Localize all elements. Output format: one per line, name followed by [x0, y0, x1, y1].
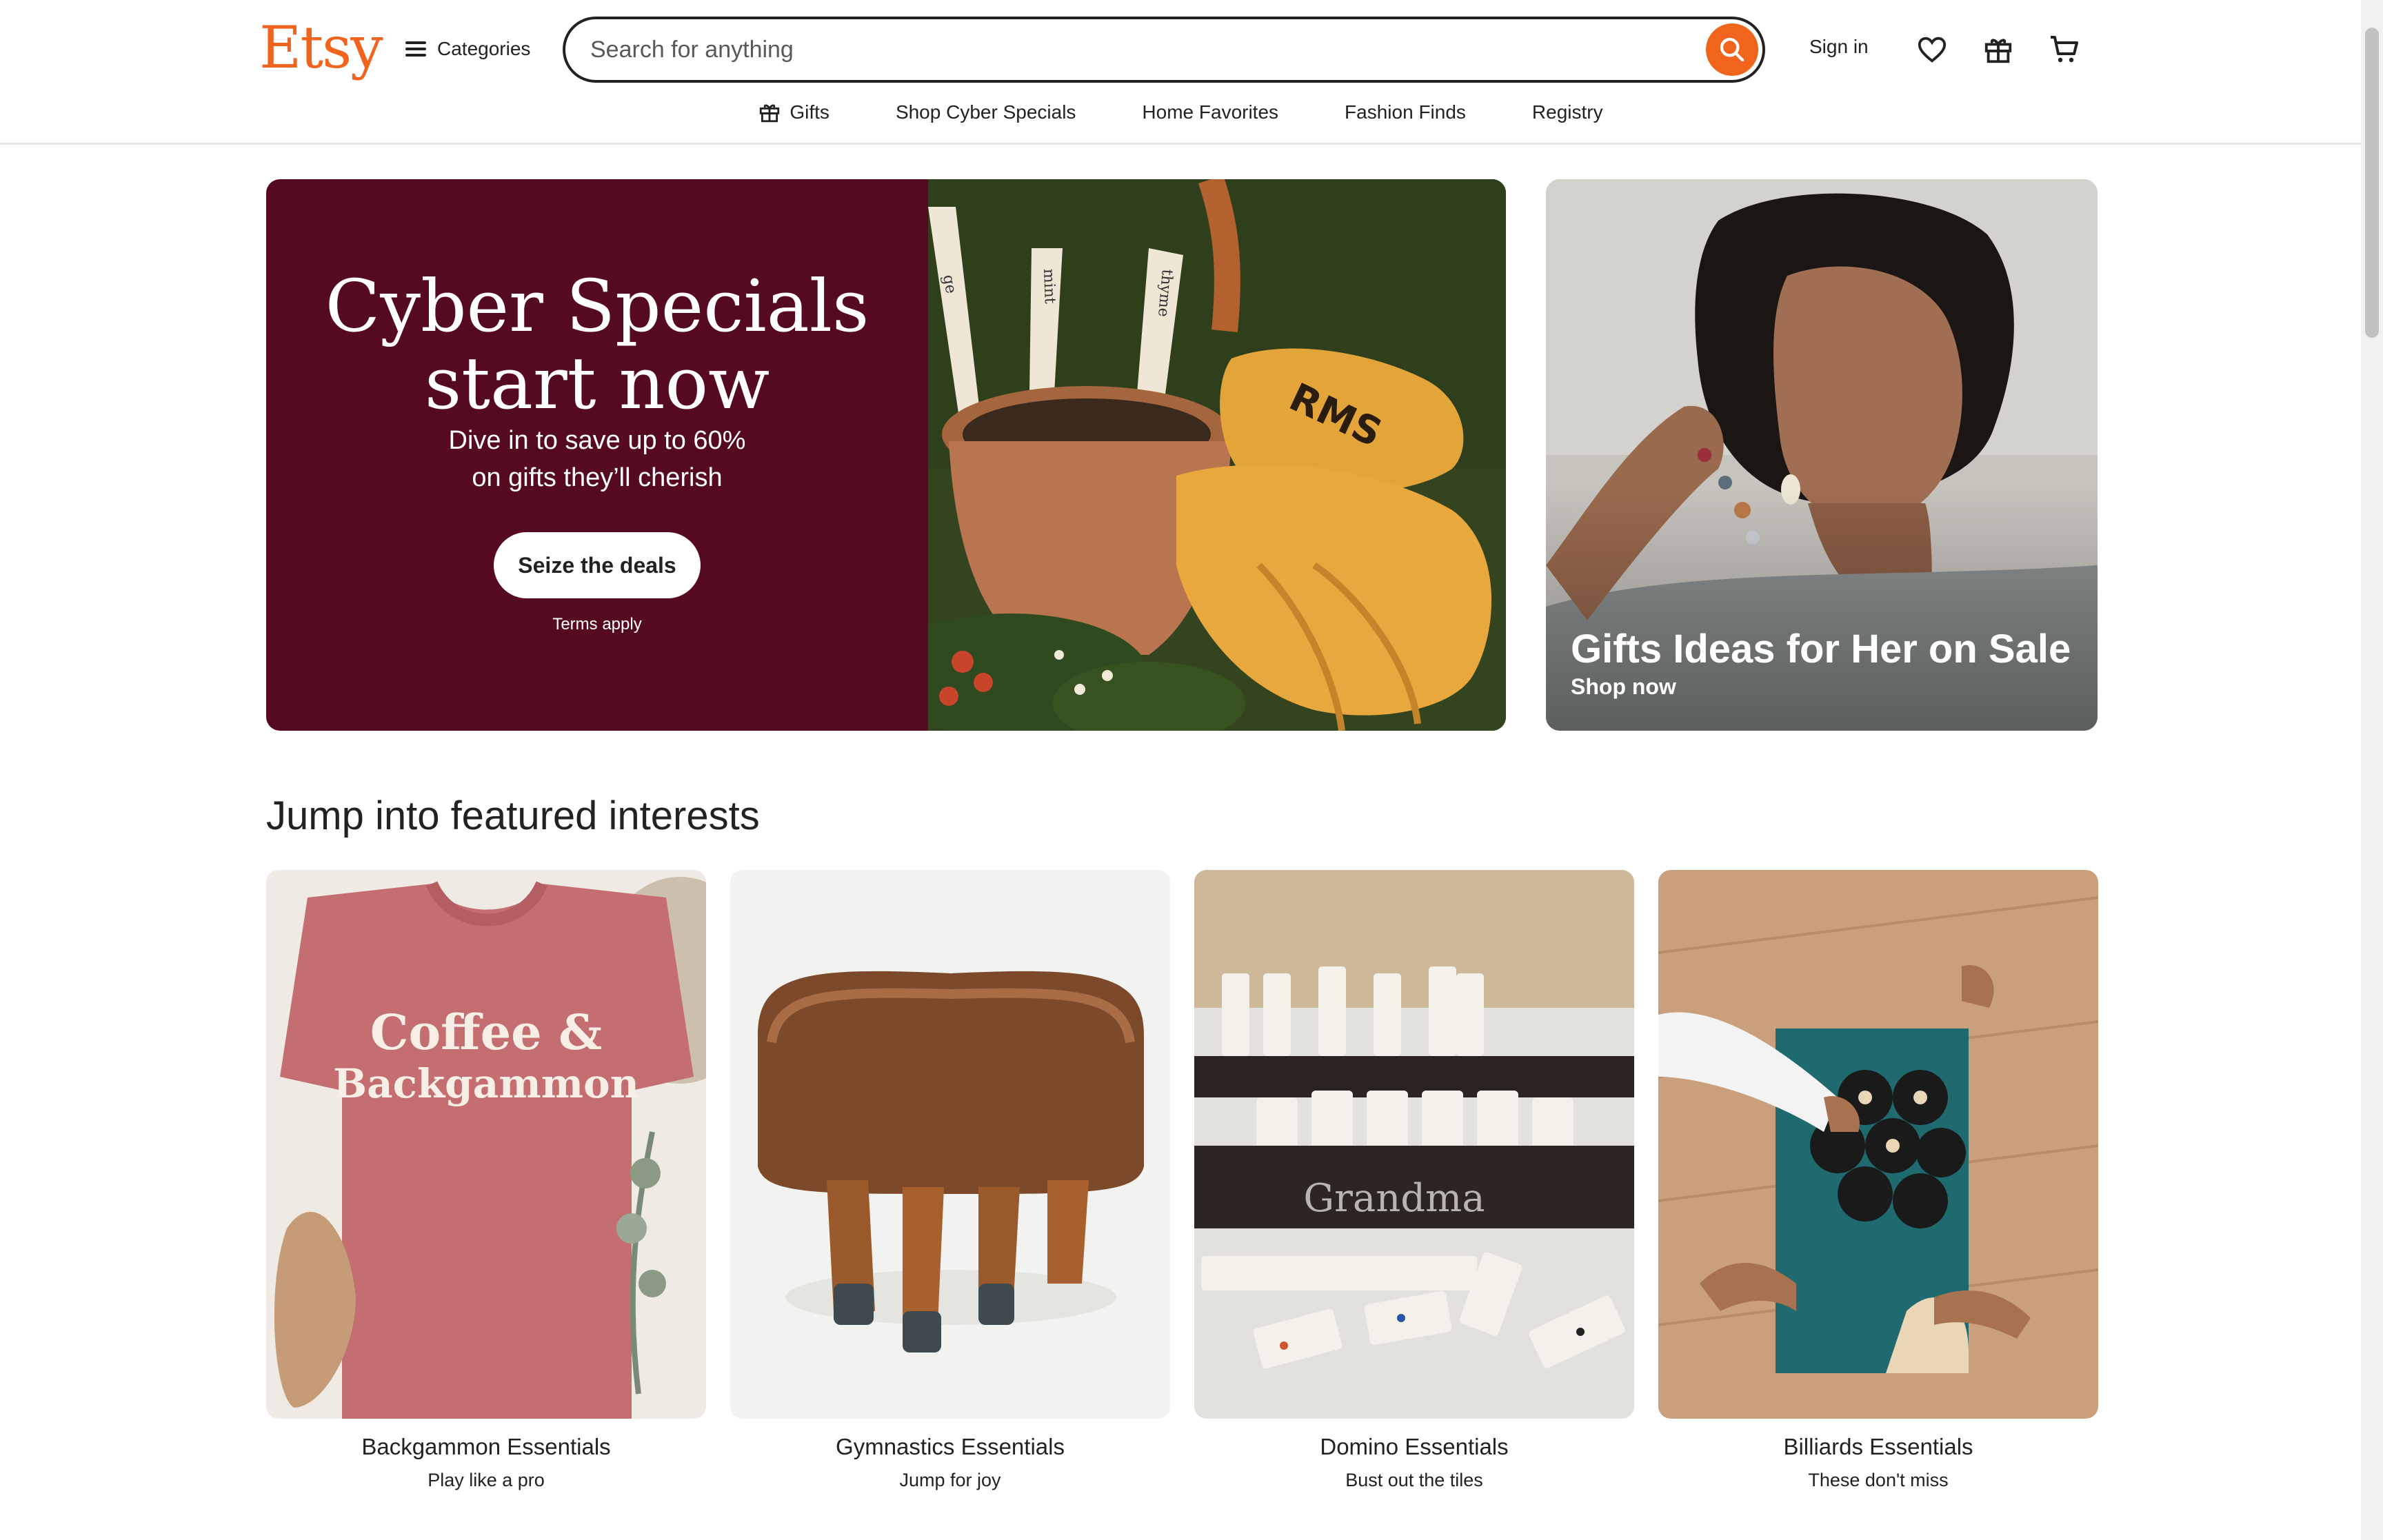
gymnastics-card-image: [730, 870, 1170, 1419]
shirt-text-line2: Backgammon: [333, 1060, 639, 1107]
secondary-nav: Gifts Shop Cyber Specials Home Favorites…: [0, 97, 2361, 128]
interest-card-billiards[interactable]: Billiards Essentials These don't miss: [1658, 870, 2098, 1491]
backgammon-shirt-illustration: Coffee & Backgammon: [266, 870, 706, 1419]
search-bar: [563, 17, 1765, 83]
heart-icon: [1918, 37, 1947, 63]
hero-image-garden-gloves: ge mint thyme RMS: [873, 179, 1506, 731]
card-subtitle: Play like a pro: [428, 1470, 545, 1490]
hero-subtitle: Dive in to save up to 60% on gifts they’…: [266, 422, 928, 496]
gift-ideas-for-her-promo[interactable]: Gifts Ideas for Her on Sale Shop now: [1546, 179, 2098, 731]
nav-item-gifts[interactable]: Gifts: [758, 97, 829, 128]
gift-button[interactable]: [1979, 30, 2018, 69]
scrollbar-thumb[interactable]: [2365, 28, 2379, 338]
site-header: Etsy Categories Sign in: [0, 0, 2361, 145]
domino-rack-illustration: Grandma: [1194, 870, 1634, 1419]
backgammon-card-image: Coffee & Backgammon: [266, 870, 706, 1419]
cart-icon: [2051, 36, 2078, 63]
billiards-puzzle-illustration: [1658, 870, 2098, 1419]
promo-her-title: Gifts Ideas for Her on Sale: [1571, 627, 2071, 671]
card-title[interactable]: Gymnastics Essentials: [730, 1434, 1170, 1460]
billiards-card-image: [1658, 870, 2098, 1419]
promo-her-shop-now[interactable]: Shop now: [1571, 674, 1676, 700]
pommel-stool-illustration: [730, 870, 1170, 1419]
marker-label-2: mint: [1040, 268, 1058, 304]
page-scrollbar[interactable]: [2361, 0, 2383, 1540]
interest-card-backgammon[interactable]: Coffee & Backgammon Backgammon Essential…: [266, 870, 706, 1491]
rack-text: Grandma: [1303, 1176, 1485, 1221]
nav-item-label: Gifts: [790, 101, 829, 123]
card-subtitle: These don't miss: [1808, 1470, 1949, 1490]
nav-item-registry[interactable]: Registry: [1532, 97, 1603, 128]
favorites-button[interactable]: [1913, 30, 1951, 69]
hero-subtitle-line1: Dive in to save up to 60%: [448, 426, 746, 455]
hero-subtitle-line2: on gifts they’ll cherish: [472, 463, 723, 492]
cart-button[interactable]: [2045, 30, 2084, 69]
search-icon: [1720, 37, 1744, 62]
categories-button[interactable]: Categories: [405, 32, 530, 66]
terms-link[interactable]: Terms apply: [266, 615, 928, 634]
garden-gloves-illustration: ge mint thyme RMS: [873, 179, 1506, 731]
sign-in-link[interactable]: Sign in: [1809, 36, 1869, 58]
marker-label-1: ge: [939, 274, 959, 295]
domino-card-image: Grandma: [1194, 870, 1634, 1419]
hero-title: Cyber Specials start now: [266, 267, 928, 422]
etsy-logo[interactable]: Etsy: [259, 14, 383, 81]
gift-icon: [1984, 39, 2012, 63]
interest-card-gymnastics[interactable]: Gymnastics Essentials Jump for joy: [730, 870, 1170, 1491]
nav-item-home-favorites[interactable]: Home Favorites: [1142, 97, 1278, 128]
interest-card-domino[interactable]: Grandma Domino Essentials Bust out the t…: [1194, 870, 1634, 1491]
card-subtitle: Jump for joy: [899, 1470, 1001, 1490]
categories-label: Categories: [437, 38, 531, 59]
gift-icon: [760, 104, 780, 123]
hero-title-line1: Cyber Specials: [325, 264, 869, 348]
nav-item-shop-cyber-specials[interactable]: Shop Cyber Specials: [896, 97, 1076, 128]
hero-title-line2: start now: [424, 341, 770, 425]
hero-text-panel: Cyber Specials start now Dive in to save…: [266, 179, 928, 731]
menu-icon: [405, 41, 426, 57]
nav-item-fashion-finds[interactable]: Fashion Finds: [1345, 97, 1466, 128]
card-title[interactable]: Billiards Essentials: [1658, 1434, 2098, 1460]
search-button[interactable]: [1706, 23, 1758, 76]
seize-deals-button[interactable]: Seize the deals: [494, 532, 701, 598]
featured-interests-title: Jump into featured interests: [266, 793, 760, 838]
card-title[interactable]: Backgammon Essentials: [266, 1434, 706, 1460]
card-subtitle: Bust out the tiles: [1345, 1470, 1483, 1490]
card-title[interactable]: Domino Essentials: [1194, 1434, 1634, 1460]
shirt-text-line1: Coffee &: [370, 1004, 603, 1061]
hero-banner[interactable]: Cyber Specials start now Dive in to save…: [266, 179, 1506, 731]
search-input[interactable]: [590, 19, 1666, 80]
